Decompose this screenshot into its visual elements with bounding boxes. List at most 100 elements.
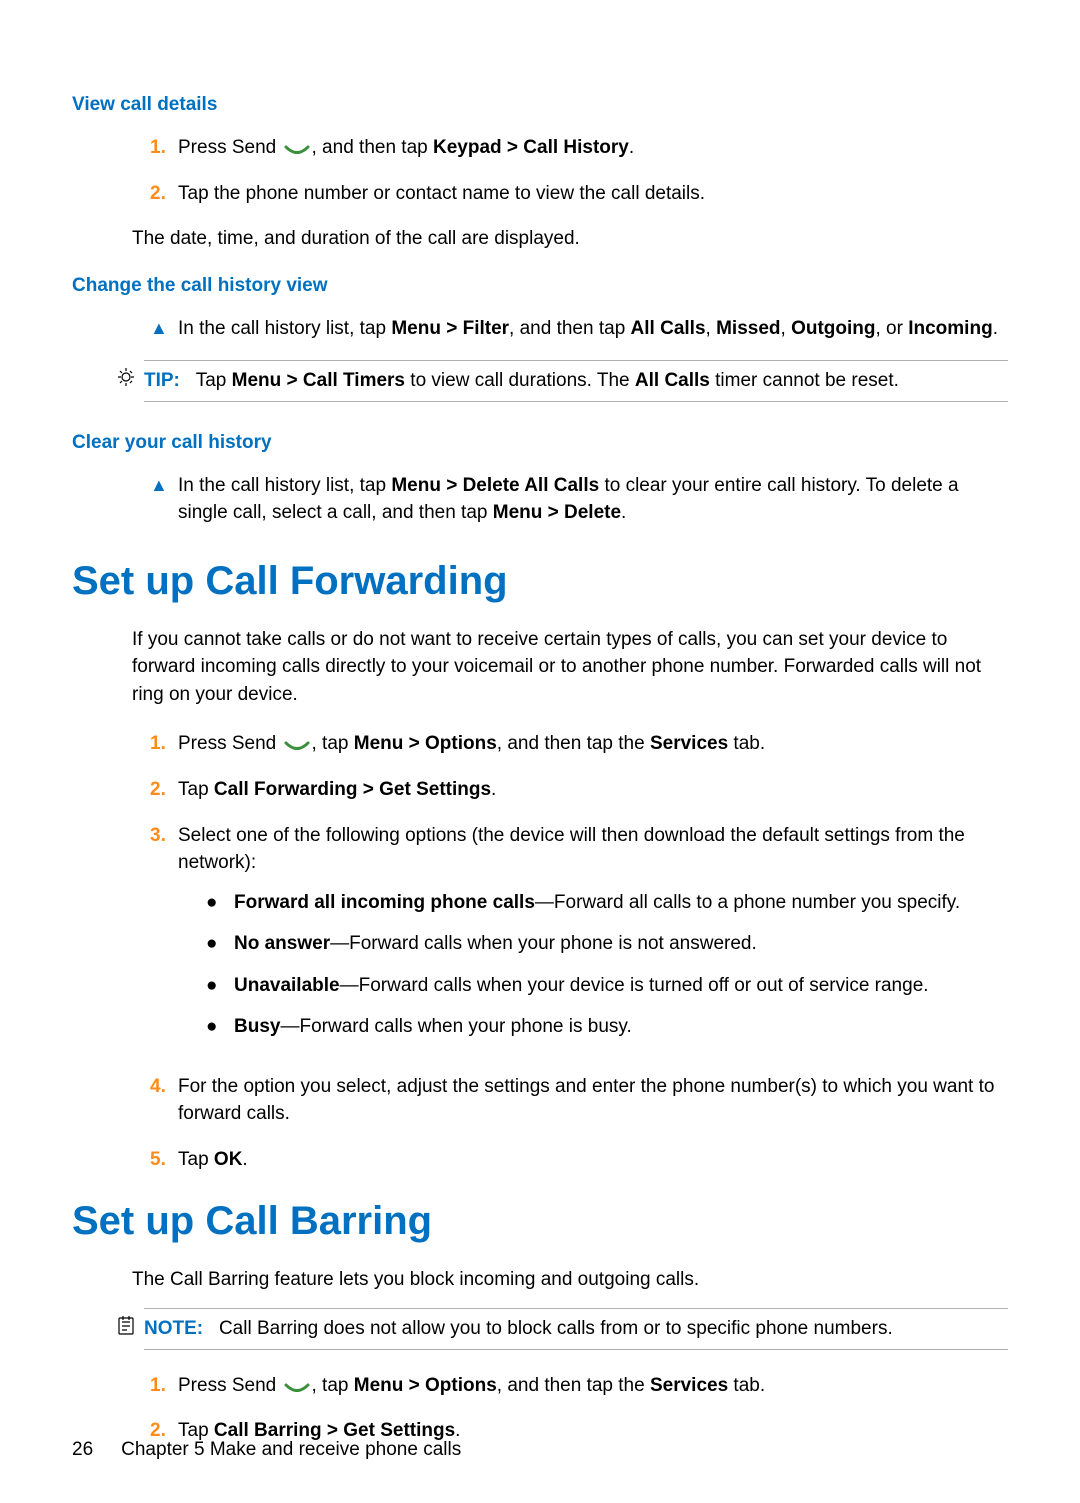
text: In the call history list, tap <box>178 318 391 339</box>
tip-body: TIP: Tap Menu > Call Timers to view call… <box>144 360 1008 402</box>
bold-text: Call Forwarding > Get Settings <box>214 779 491 800</box>
text: , and then tap <box>509 318 631 339</box>
step-body: Tap OK. <box>178 1146 1008 1174</box>
lightbulb-icon <box>116 360 144 394</box>
text: —Forward calls when your phone is not an… <box>330 933 757 954</box>
steps-call-barring: 1. Press Send , tap Menu > Options, and … <box>72 1372 1008 1445</box>
bold-text: Forward all incoming phone calls <box>234 892 535 913</box>
step-body: For the option you select, adjust the se… <box>178 1073 1008 1128</box>
bold-text: Incoming <box>908 318 992 339</box>
bulleted-step: ▲ In the call history list, tap Menu > F… <box>72 315 1008 343</box>
text: . <box>242 1149 247 1170</box>
list-item: 2. Tap the phone number or contact name … <box>72 180 1008 208</box>
bulleted-step: ▲ In the call history list, tap Menu > D… <box>72 472 1008 527</box>
note-icon <box>116 1308 144 1342</box>
text: tab. <box>728 733 765 754</box>
document-page: View call details 1. Press Send , and th… <box>0 0 1080 1503</box>
heading-call-forwarding: Set up Call Forwarding <box>72 559 1008 604</box>
text: . <box>491 779 496 800</box>
text: timer cannot be reset. <box>710 370 899 391</box>
list-item: 2. Tap Call Forwarding > Get Settings. <box>72 776 1008 804</box>
step-number: 3. <box>150 822 178 850</box>
bold-text: Missed <box>716 318 780 339</box>
step-body: In the call history list, tap Menu > Del… <box>178 472 1008 527</box>
list-item: 1. Press Send , tap Menu > Options, and … <box>72 730 1008 758</box>
bullet-icon: ● <box>206 930 234 958</box>
option-body: Forward all incoming phone calls—Forward… <box>234 889 1008 917</box>
tip-callout: TIP: Tap Menu > Call Timers to view call… <box>116 360 1008 402</box>
bold-text: Unavailable <box>234 975 340 996</box>
bold-text: Keypad > Call History <box>433 137 629 158</box>
text: to view call durations. The <box>405 370 635 391</box>
heading-clear-call-history: Clear your call history <box>72 432 1008 454</box>
step-body: Tap Call Forwarding > Get Settings. <box>178 776 1008 804</box>
steps-view-call-details: 1. Press Send , and then tap Keypad > Ca… <box>72 134 1008 207</box>
text: —Forward all calls to a phone number you… <box>535 892 960 913</box>
text: . <box>993 318 998 339</box>
text: , or <box>876 318 909 339</box>
send-icon <box>284 140 310 154</box>
text: Tap <box>178 779 214 800</box>
text: , tap <box>312 1375 354 1396</box>
option-body: Busy—Forward calls when your phone is bu… <box>234 1013 1008 1041</box>
text: , and then tap the <box>497 1375 650 1396</box>
text: , and then tap the <box>497 733 650 754</box>
text: Select one of the following options (the… <box>178 825 965 874</box>
paragraph: If you cannot take calls or do not want … <box>132 626 1008 709</box>
text: Tap <box>178 1149 214 1170</box>
option-item: ●Busy—Forward calls when your phone is b… <box>178 1013 1008 1041</box>
step-body: In the call history list, tap Menu > Fil… <box>178 315 1008 343</box>
steps-call-forwarding: 1. Press Send , tap Menu > Options, and … <box>72 730 1008 1173</box>
heading-view-call-details: View call details <box>72 94 1008 116</box>
text: , <box>781 318 792 339</box>
send-icon <box>284 1378 310 1392</box>
step-body: Tap the phone number or contact name to … <box>178 180 1008 208</box>
heading-change-call-history-view: Change the call history view <box>72 275 1008 297</box>
bold-text: Menu > Filter <box>391 318 509 339</box>
bold-text: Menu > Delete <box>493 502 621 523</box>
list-item: 1. Press Send , and then tap Keypad > Ca… <box>72 134 1008 162</box>
bold-text: Menu > Options <box>354 1375 497 1396</box>
step-number: 2. <box>150 776 178 804</box>
note-callout: NOTE: Call Barring does not allow you to… <box>116 1308 1008 1350</box>
step-body: Press Send , and then tap Keypad > Call … <box>178 134 1008 162</box>
page-number: 26 <box>72 1439 93 1460</box>
triangle-icon: ▲ <box>150 315 178 341</box>
tip-label: TIP: <box>144 370 180 391</box>
text: Tap <box>196 370 232 391</box>
bold-text: Services <box>650 733 728 754</box>
note-label: NOTE: <box>144 1318 203 1339</box>
text: In the call history list, tap <box>178 475 391 496</box>
paragraph: The Call Barring feature lets you block … <box>132 1266 1008 1294</box>
text: . <box>629 137 634 158</box>
send-icon <box>284 736 310 750</box>
option-item: ●No answer—Forward calls when your phone… <box>178 930 1008 958</box>
bullet-icon: ● <box>206 972 234 1000</box>
text: Press Send <box>178 733 282 754</box>
step-number: 1. <box>150 730 178 758</box>
bullet-icon: ● <box>206 1013 234 1041</box>
bold-text: All Calls <box>631 318 706 339</box>
list-item: 5. Tap OK. <box>72 1146 1008 1174</box>
bold-text: Menu > Options <box>354 733 497 754</box>
chapter-label: Chapter 5 Make and receive phone calls <box>121 1439 461 1460</box>
step-body: Press Send , tap Menu > Options, and the… <box>178 1372 1008 1400</box>
text: Call Barring does not allow you to block… <box>219 1318 893 1339</box>
option-item: ●Unavailable—Forward calls when your dev… <box>178 972 1008 1000</box>
bold-text: Outgoing <box>791 318 875 339</box>
heading-call-barring: Set up Call Barring <box>72 1199 1008 1244</box>
step-number: 2. <box>150 180 178 208</box>
step-number: 1. <box>150 1372 178 1400</box>
list-item: 4. For the option you select, adjust the… <box>72 1073 1008 1128</box>
text: , and then tap <box>312 137 434 158</box>
bold-text: Menu > Delete All Calls <box>391 475 599 496</box>
bold-text: All Calls <box>635 370 710 391</box>
step-body: Select one of the following options (the… <box>178 822 1008 1055</box>
text: Press Send <box>178 1375 282 1396</box>
text: , <box>706 318 717 339</box>
triangle-icon: ▲ <box>150 472 178 498</box>
text: Press Send <box>178 137 282 158</box>
option-body: Unavailable—Forward calls when your devi… <box>234 972 1008 1000</box>
bold-text: OK <box>214 1149 243 1170</box>
text: tab. <box>728 1375 765 1396</box>
